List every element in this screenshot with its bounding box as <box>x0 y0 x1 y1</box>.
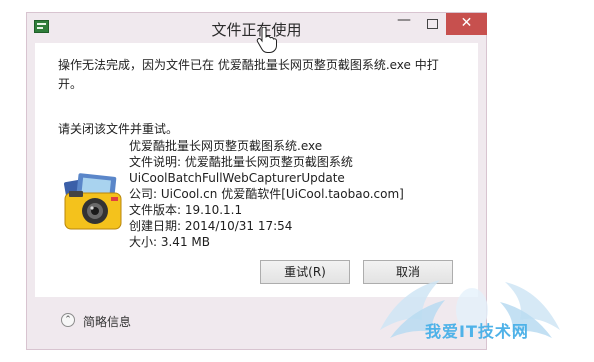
maximize-icon <box>426 19 438 29</box>
chevron-up-icon[interactable]: ⌃ <box>61 313 75 327</box>
minimize-icon: — <box>397 12 411 28</box>
file-created: 创建日期: 2014/10/31 17:54 <box>129 219 293 233</box>
watermark-text: 我爱IT技术网 <box>425 322 529 341</box>
close-icon: ✕ <box>460 15 473 31</box>
dialog-content: 操作无法完成，因为文件已在 优爱酷批量长网页整页截图系统.exe 中打开。 请关… <box>35 43 478 297</box>
file-size: 大小: 3.41 MB <box>129 235 210 249</box>
file-company: 公司: UiCool.cn 优爱酷软件[UiCool.taobao.com] <box>129 187 404 201</box>
details-toggle[interactable]: 简略信息 <box>83 313 131 330</box>
maximize-button[interactable] <box>419 13 445 35</box>
instruction-text: 请关闭该文件并重试。 <box>58 122 179 136</box>
file-camera-icon <box>64 173 122 230</box>
close-button[interactable]: ✕ <box>446 13 487 35</box>
file-version: 文件版本: 19.10.1.1 <box>129 203 243 217</box>
minimize-button[interactable]: — <box>391 13 417 35</box>
file-info: 优爱酷批量长网页整页截图系统.exe 文件说明: 优爱酷批量长网页整页截图系统 … <box>129 138 404 250</box>
hand-cursor-icon <box>256 27 277 53</box>
file-internal-name: UiCoolBatchFullWebCapturerUpdate <box>129 171 345 185</box>
retry-button[interactable]: 重试(R) <box>260 260 350 284</box>
error-message: 操作无法完成，因为文件已在 优爱酷批量长网页整页截图系统.exe 中打开。 <box>58 58 439 91</box>
file-name: 优爱酷批量长网页整页截图系统.exe <box>129 139 323 153</box>
file-description: 文件说明: 优爱酷批量长网页整页截图系统 <box>129 155 353 169</box>
watermark-wings-logo <box>380 280 560 338</box>
